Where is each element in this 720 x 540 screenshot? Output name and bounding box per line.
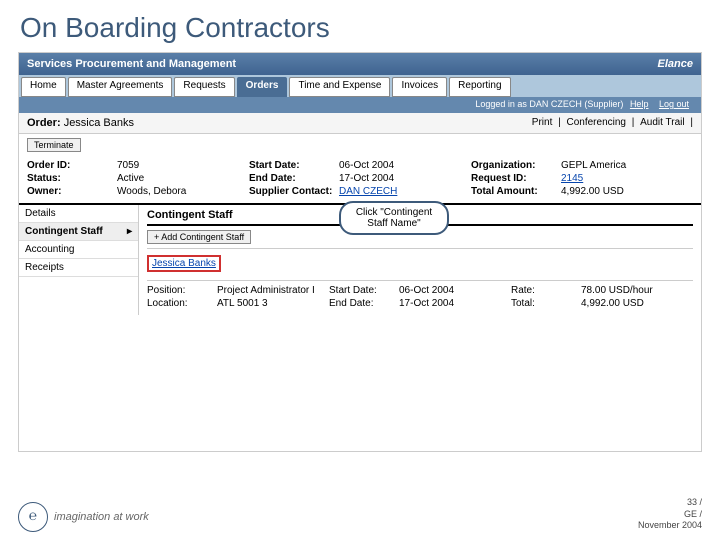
print-action[interactable]: Print — [532, 117, 553, 128]
request-id-label: Request ID: — [471, 173, 561, 184]
footer-date: November 2004 — [638, 520, 702, 532]
start-date-label: Start Date: — [249, 160, 339, 171]
owner-value: Woods, Debora — [117, 186, 186, 197]
location-value: ATL 5001 3 — [217, 298, 268, 309]
order-label: Order: — [27, 117, 61, 129]
position-label: Position: — [147, 285, 217, 296]
status-value: Active — [117, 173, 144, 184]
page-number: 33 / — [638, 497, 702, 509]
supplier-contact-value[interactable]: DAN CZECH — [339, 186, 397, 197]
main-panel: Click "Contingent Staff Name" Contingent… — [139, 205, 701, 315]
audit-trail-action[interactable]: Audit Trail — [640, 117, 684, 128]
end-date-value: 17-Oct 2004 — [339, 173, 394, 184]
detail-end-date-label: End Date: — [329, 298, 399, 309]
app-title: Services Procurement and Management — [27, 58, 236, 70]
rate-value: 78.00 USD/hour — [581, 285, 653, 296]
order-header: Order: Jessica Banks Print | Conferencin… — [19, 113, 701, 134]
organization-value: GEPL America — [561, 160, 626, 171]
total-value: 4,992.00 USD — [581, 298, 644, 309]
rate-label: Rate: — [511, 285, 581, 296]
chevron-right-icon: ▸ — [127, 226, 132, 237]
logged-in-text: Logged in as DAN CZECH (Supplier) — [475, 99, 623, 109]
location-label: Location: — [147, 298, 217, 309]
detail-start-date-value: 06-Oct 2004 — [399, 285, 454, 296]
detail-start-date-label: Start Date: — [329, 285, 399, 296]
ge-logo: ℮ — [18, 502, 48, 532]
total-amount-value: 4,992.00 USD — [561, 186, 624, 197]
detail-end-date-value: 17-Oct 2004 — [399, 298, 454, 309]
status-label: Status: — [27, 173, 117, 184]
supplier-contact-label: Supplier Contact: — [249, 186, 339, 197]
help-link[interactable]: Help — [630, 99, 649, 109]
staff-detail-grid: Position:Project Administrator I Locatio… — [147, 280, 693, 311]
organization-label: Organization: — [471, 160, 561, 171]
tab-requests[interactable]: Requests — [174, 77, 234, 97]
sub-bar: Logged in as DAN CZECH (Supplier) Help L… — [19, 97, 701, 113]
order-actions: Print | Conferencing | Audit Trail | — [529, 117, 693, 129]
nav-tabs: Home Master Agreements Requests Orders T… — [19, 75, 701, 97]
tab-reporting[interactable]: Reporting — [449, 77, 510, 97]
sidebar-item-contingent-staff[interactable]: Contingent Staff ▸ — [19, 223, 138, 241]
content-area: Details Contingent Staff ▸ Accounting Re… — [19, 205, 701, 315]
staff-name-link[interactable]: Jessica Banks — [147, 255, 221, 272]
add-contingent-staff-button[interactable]: + Add Contingent Staff — [147, 230, 251, 244]
end-date-label: End Date: — [249, 173, 339, 184]
terminate-button[interactable]: Terminate — [27, 138, 81, 152]
sidebar-item-details[interactable]: Details — [19, 205, 138, 223]
tab-orders[interactable]: Orders — [237, 77, 288, 97]
tab-time-expense[interactable]: Time and Expense — [289, 77, 390, 97]
company-label: GE / — [638, 509, 702, 521]
request-id-value[interactable]: 2145 — [561, 173, 583, 184]
app-window: Services Procurement and Management Elan… — [18, 52, 702, 452]
total-amount-label: Total Amount: — [471, 186, 561, 197]
conferencing-action[interactable]: Conferencing — [567, 117, 626, 128]
order-id-value: 7059 — [117, 160, 139, 171]
callout-bubble: Click "Contingent Staff Name" — [339, 201, 449, 235]
order-info-grid: Order ID:7059 Status:Active Owner:Woods,… — [19, 156, 701, 205]
side-menu: Details Contingent Staff ▸ Accounting Re… — [19, 205, 139, 315]
owner-label: Owner: — [27, 186, 117, 197]
footer-tagline: imagination at work — [54, 511, 149, 523]
start-date-value: 06-Oct 2004 — [339, 160, 394, 171]
order-name: Jessica Banks — [64, 117, 134, 129]
logout-link[interactable]: Log out — [659, 99, 689, 109]
total-label: Total: — [511, 298, 581, 309]
slide-title: On Boarding Contractors — [0, 0, 720, 52]
sidebar-item-accounting[interactable]: Accounting — [19, 241, 138, 259]
app-brand: Elance — [658, 58, 693, 70]
sidebar-item-receipts[interactable]: Receipts — [19, 259, 138, 277]
app-header: Services Procurement and Management Elan… — [19, 53, 701, 75]
tab-master-agreements[interactable]: Master Agreements — [68, 77, 173, 97]
tab-home[interactable]: Home — [21, 77, 66, 97]
position-value: Project Administrator I — [217, 285, 315, 296]
sidebar-item-label: Contingent Staff — [25, 226, 103, 237]
slide-footer: ℮ imagination at work 33 / GE / November… — [18, 497, 702, 532]
order-id-label: Order ID: — [27, 160, 117, 171]
tab-invoices[interactable]: Invoices — [392, 77, 447, 97]
